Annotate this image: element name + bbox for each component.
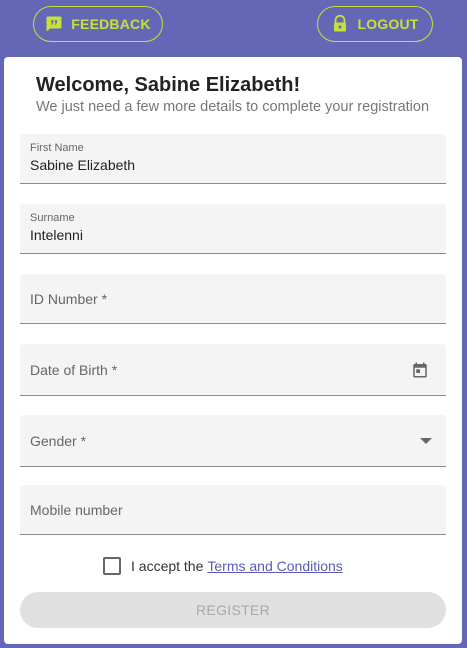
feedback-icon	[45, 15, 63, 33]
calendar-icon[interactable]	[410, 360, 430, 380]
surname-field[interactable]: Surname Intelenni	[20, 204, 446, 254]
register-button[interactable]: REGISTER	[20, 592, 446, 628]
mobile-number-placeholder: Mobile number	[30, 502, 123, 518]
terms-row: I accept the Terms and Conditions	[103, 557, 343, 575]
gender-placeholder: Gender *	[30, 433, 87, 449]
id-number-field[interactable]: ID Number *	[20, 274, 446, 324]
terms-prefix: I accept the	[131, 558, 204, 574]
gender-select[interactable]: Gender *	[20, 415, 446, 467]
date-of-birth-field[interactable]: Date of Birth *	[20, 344, 446, 396]
mobile-number-field[interactable]: Mobile number	[20, 485, 446, 535]
first-name-label: First Name	[30, 142, 84, 154]
id-number-placeholder: ID Number *	[30, 291, 108, 307]
surname-value: Intelenni	[30, 227, 83, 243]
first-name-field[interactable]: First Name Sabine Elizabeth	[20, 134, 446, 184]
registration-card: Welcome, Sabine Elizabeth! We just need …	[4, 57, 462, 644]
terms-checkbox[interactable]	[103, 557, 121, 575]
terms-link[interactable]: Terms and Conditions	[207, 558, 342, 574]
top-bar: FEEDBACK LOGOUT	[0, 0, 467, 56]
dropdown-arrow-icon	[416, 431, 436, 451]
first-name-value: Sabine Elizabeth	[30, 157, 136, 173]
feedback-button[interactable]: FEEDBACK	[33, 6, 163, 42]
page-subtitle: We just need a few more details to compl…	[36, 99, 430, 115]
logout-label: LOGOUT	[357, 16, 419, 32]
lock-icon	[331, 15, 349, 33]
page-title: Welcome, Sabine Elizabeth!	[36, 74, 301, 96]
date-of-birth-placeholder: Date of Birth *	[30, 362, 118, 378]
logout-button[interactable]: LOGOUT	[317, 6, 433, 42]
surname-label: Surname	[30, 212, 75, 224]
feedback-label: FEEDBACK	[71, 16, 151, 32]
